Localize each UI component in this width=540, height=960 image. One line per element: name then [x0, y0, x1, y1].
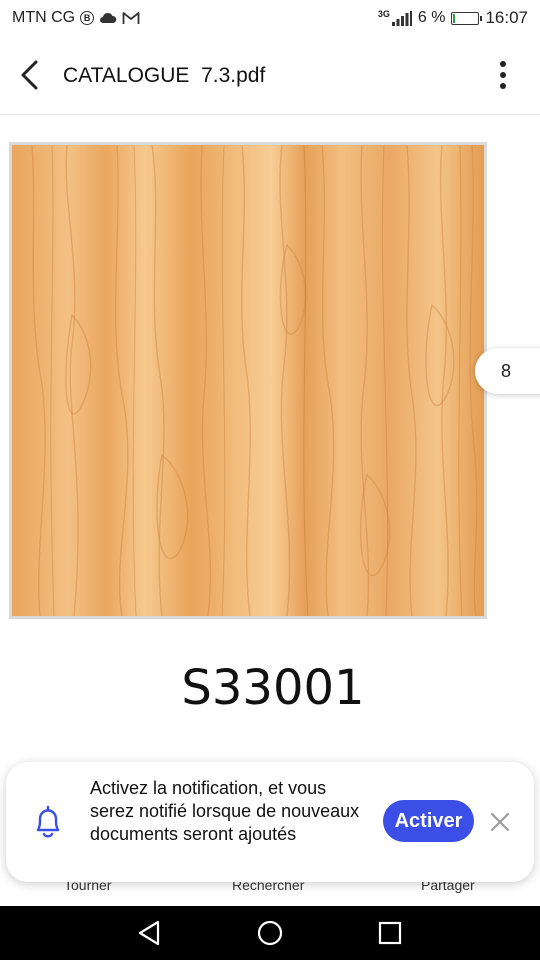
product-code: S33001	[181, 660, 365, 716]
battery-icon	[451, 11, 483, 25]
status-right: 3G 6 % 16:07	[378, 8, 528, 28]
cloud-icon	[100, 12, 117, 23]
nav-back-icon[interactable]	[134, 918, 164, 948]
nav-recents-icon[interactable]	[375, 918, 405, 948]
nav-home-icon[interactable]	[255, 918, 285, 948]
gmail-icon	[122, 12, 140, 24]
app-header: CATALOGUE 7.3.pdf	[0, 36, 540, 115]
notification-banner: Activez la notification, et vous serez n…	[6, 762, 534, 882]
wood-texture-image	[9, 142, 487, 619]
status-left: MTN CG B	[12, 9, 140, 27]
page-number-indicator[interactable]: 8	[475, 348, 540, 394]
network-type: 3G	[377, 9, 390, 19]
more-vertical-icon[interactable]	[490, 58, 516, 92]
activate-button[interactable]: Activer	[383, 800, 474, 842]
notification-message: Activez la notification, et vous serez n…	[90, 778, 360, 844]
system-nav-bar	[0, 906, 540, 960]
battery-percent: 6 %	[417, 9, 446, 26]
document-title: CATALOGUE 7.3.pdf	[63, 64, 266, 87]
clock: 16:07	[485, 8, 528, 27]
close-icon[interactable]	[488, 810, 512, 834]
wood-grain-svg	[12, 145, 484, 616]
b-circle-icon: B	[80, 11, 95, 25]
battery-fill	[453, 13, 456, 23]
status-bar: MTN CG B 3G 6 % 16:07	[0, 0, 540, 36]
page-number: 8	[501, 361, 512, 381]
carrier-name: MTN CG	[12, 9, 76, 26]
bell-icon	[36, 805, 60, 838]
back-arrow-icon[interactable]	[14, 58, 46, 92]
signal-icon	[391, 10, 412, 26]
